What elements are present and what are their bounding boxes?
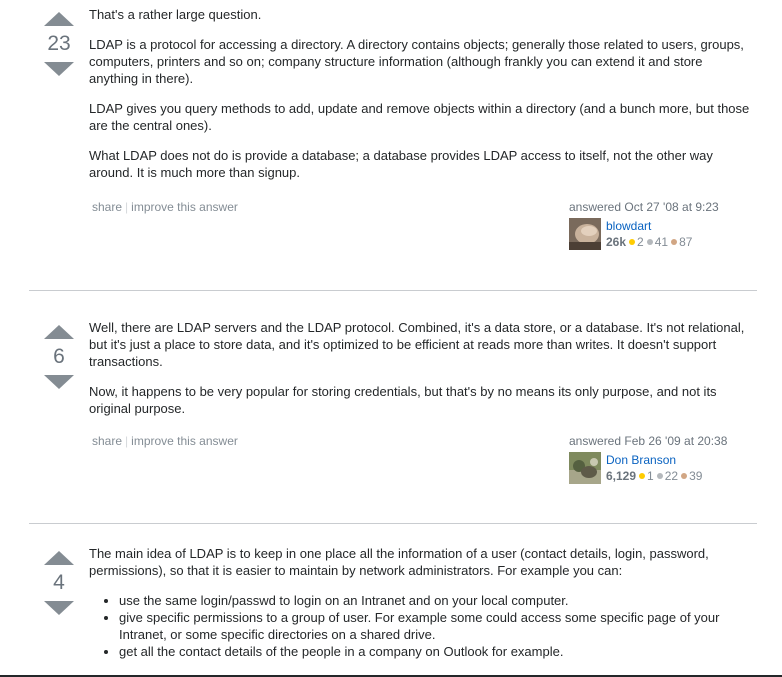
post-body: Well, there are LDAP servers and the LDA… — [89, 319, 754, 430]
answer-divider — [29, 523, 757, 524]
paragraph: What LDAP does not do is provide a datab… — [89, 148, 713, 180]
vote-cell: 4 — [44, 551, 74, 615]
silver-badge-icon — [656, 473, 663, 480]
post-body: That's a rather large question. LDAP is … — [89, 6, 754, 194]
gold-badge-count: 1 — [647, 469, 654, 483]
bronze-badge-icon — [671, 239, 678, 246]
menu-separator: | — [125, 434, 129, 448]
menu-separator: | — [125, 200, 129, 214]
post-menu: share | improve this answer — [92, 200, 238, 214]
avatar[interactable] — [569, 452, 601, 484]
arrow-down-icon[interactable] — [44, 62, 74, 76]
paragraph: That's a rather large question. — [89, 7, 262, 22]
avatar[interactable] — [569, 218, 601, 250]
bronze-badge-icon — [681, 473, 688, 480]
paragraph: Well, there are LDAP servers and the LDA… — [89, 320, 745, 369]
list-item: use the same login/passwd to login on an… — [119, 592, 754, 609]
paragraph: Now, it happens to be very popular for s… — [89, 384, 717, 416]
paragraph: The main idea of LDAP is to keep in one … — [89, 546, 709, 578]
action-time: answered Oct 27 '08 at 9:23 — [569, 200, 719, 214]
bullet-list: use the same login/passwd to login on an… — [89, 592, 754, 660]
vote-cell: 6 — [44, 325, 74, 389]
user-info: answered Oct 27 '08 at 9:23 blowdart 26k… — [569, 200, 759, 252]
silver-badge-count: 41 — [654, 235, 669, 249]
post-body: The main idea of LDAP is to keep in one … — [89, 545, 754, 660]
reputation-score: 26k — [606, 235, 627, 249]
list-item: get all the contact details of the peopl… — [119, 643, 754, 660]
bronze-badge-count: 39 — [689, 469, 703, 483]
user-details: blowdart 26k 2 41 87 — [606, 218, 692, 250]
list-item: give specific permissions to a group of … — [119, 609, 754, 643]
answer-divider — [29, 290, 757, 291]
user-details: Don Branson 6,129 1 22 39 — [606, 452, 702, 484]
paragraph: LDAP gives you query methods to add, upd… — [89, 101, 750, 133]
silver-badge-count: 22 — [664, 469, 679, 483]
gold-badge-icon — [629, 239, 636, 246]
vote-cell: 23 — [44, 12, 74, 76]
share-link[interactable]: share — [92, 434, 122, 448]
arrow-down-icon[interactable] — [44, 375, 74, 389]
bronze-badge-count: 87 — [679, 235, 693, 249]
gold-badge-icon — [639, 473, 646, 480]
arrow-up-icon[interactable] — [44, 325, 74, 339]
vote-count: 4 — [53, 571, 65, 594]
arrow-down-icon[interactable] — [44, 601, 74, 615]
silver-badge-icon — [646, 239, 653, 246]
user-name-link[interactable]: blowdart — [606, 219, 651, 233]
paragraph: LDAP is a protocol for accessing a direc… — [89, 37, 744, 86]
post-menu: share | improve this answer — [92, 434, 238, 448]
user-row: Don Branson 6,129 1 22 39 — [569, 452, 759, 486]
arrow-up-icon[interactable] — [44, 12, 74, 26]
user-row: blowdart 26k 2 41 87 — [569, 218, 759, 252]
user-info: answered Feb 26 '09 at 20:38 Don Branson… — [569, 434, 759, 486]
reputation-score: 6,129 — [606, 469, 637, 483]
gold-badge-count: 2 — [637, 235, 644, 249]
vote-count: 23 — [47, 32, 71, 55]
user-name-link[interactable]: Don Branson — [606, 453, 676, 467]
action-time: answered Feb 26 '09 at 20:38 — [569, 434, 728, 448]
improve-answer-link[interactable]: improve this answer — [131, 434, 238, 448]
arrow-up-icon[interactable] — [44, 551, 74, 565]
improve-answer-link[interactable]: improve this answer — [131, 200, 238, 214]
vote-count: 6 — [53, 345, 65, 368]
share-link[interactable]: share — [92, 200, 122, 214]
